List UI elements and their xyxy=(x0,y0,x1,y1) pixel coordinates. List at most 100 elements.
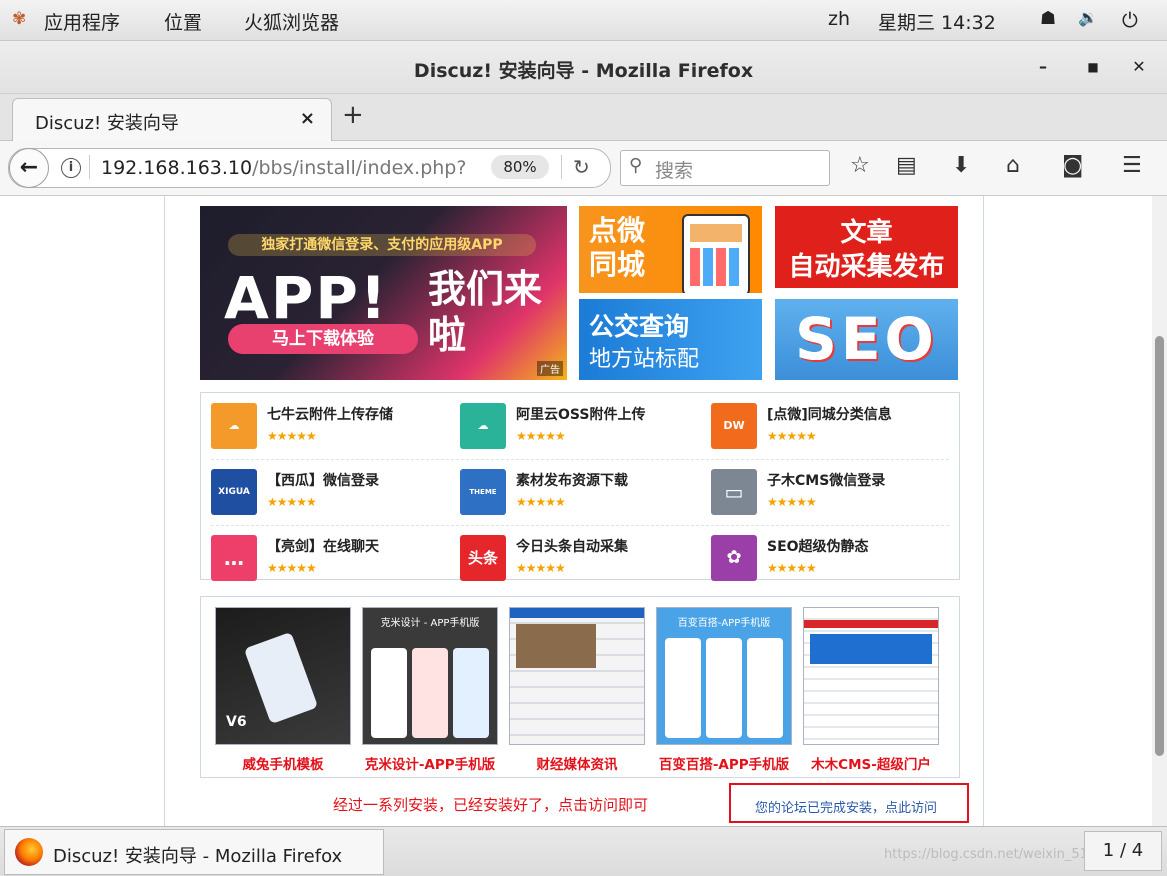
article-banner-subtitle: 自动采集发布 xyxy=(788,252,945,282)
places-menu[interactable]: 位置 xyxy=(164,8,202,35)
template-thumbnail[interactable] xyxy=(803,607,939,745)
rating-stars: ★★★★★ xyxy=(767,495,817,509)
stamp-icon: ✿ xyxy=(711,535,757,581)
url-host: 192.168.163.10 xyxy=(101,157,253,179)
tab-close-icon[interactable]: × xyxy=(300,108,315,129)
plugin-item[interactable]: ☁ 阿里云OSS附件上传 ★★★★★ xyxy=(450,393,698,459)
template-thumbnail[interactable]: 克米设计 - APP手机版 xyxy=(362,607,498,745)
reload-icon[interactable]: ↻ xyxy=(573,155,590,179)
plugin-item[interactable]: ☁ 七牛云附件上传存储 ★★★★★ xyxy=(201,393,449,459)
clock[interactable]: 星期三 14:32 xyxy=(878,8,996,35)
toutiao-icon-text: 头条 xyxy=(467,549,498,567)
visit-forum-link[interactable]: 您的论坛已完成安装，点此访问 xyxy=(755,797,937,816)
plugin-item[interactable]: DW [点微]同城分类信息 ★★★★★ xyxy=(701,393,949,459)
plugin-item[interactable]: … 【亮剑】在线聊天 ★★★★★ xyxy=(201,525,449,591)
app-ad-banner[interactable]: 独家打通微信登录、支付的应用级APP APP! 我们来啦 马上下载体验 广告 xyxy=(200,206,567,380)
phone-graphic xyxy=(243,631,319,725)
phone-graphic xyxy=(412,648,448,738)
template-thumbnail[interactable]: 百变百搭-APP手机版 xyxy=(656,607,792,745)
search-input[interactable]: ⚲ 搜索 xyxy=(620,150,830,186)
plugin-item[interactable]: ✿ SEO超级伪静态 ★★★★★ xyxy=(701,525,949,591)
plugin-item[interactable]: 头条 今日头条自动采集 ★★★★★ xyxy=(450,525,698,591)
phone-screen-grid xyxy=(690,248,742,286)
scrollbar-track[interactable] xyxy=(1152,196,1167,826)
template-caption[interactable]: 百变百搭-APP手机版 xyxy=(656,753,792,773)
minimize-button[interactable]: – xyxy=(1030,55,1056,79)
plugin-item[interactable]: ▭ 子木CMS微信登录 ★★★★★ xyxy=(701,459,949,525)
plugin-name[interactable]: 七牛云附件上传存储 xyxy=(267,404,393,424)
rating-stars: ★★★★★ xyxy=(516,429,566,443)
bus-query-banner[interactable]: 公交查询 地方站标配 xyxy=(579,299,762,380)
rating-stars: ★★★★★ xyxy=(516,495,566,509)
back-button[interactable]: ← xyxy=(9,148,49,188)
system-top-bar: ✾ 应用程序 位置 火狐浏览器 zh 星期三 14:32 ☗ 🔉 ⏻ xyxy=(0,0,1167,41)
template-thumbnail[interactable]: V6 xyxy=(215,607,351,745)
template-thumbnail[interactable] xyxy=(509,607,645,745)
network-icon[interactable]: ☗ xyxy=(1040,8,1056,29)
cloud-image-icon: ☁ xyxy=(211,403,257,449)
bookmarks-library-icon[interactable]: ▤ xyxy=(896,153,917,178)
plugin-name[interactable]: 今日头条自动采集 xyxy=(516,536,628,556)
input-language[interactable]: zh xyxy=(828,8,850,30)
plugin-name[interactable]: 素材发布资源下载 xyxy=(516,470,628,490)
seo-banner[interactable]: SEO xyxy=(775,299,958,380)
apps-menu[interactable]: 应用程序 xyxy=(44,8,120,35)
monitor-icon: ▭ xyxy=(711,469,757,515)
article-collect-banner[interactable]: 文章 自动采集发布 xyxy=(775,206,958,288)
xigua-icon-text: XIGUA xyxy=(218,487,250,497)
phone-graphic xyxy=(706,638,742,738)
workspace-pager[interactable]: 1 / 4 xyxy=(1084,831,1162,871)
dianwei-tongcheng-banner[interactable]: 点微同城 xyxy=(579,206,762,293)
banner-graphic xyxy=(810,634,932,664)
template-caption[interactable]: 克米设计-APP手机版 xyxy=(362,753,498,773)
power-icon[interactable]: ⏻ xyxy=(1122,8,1138,32)
cloud-image-icon: ☁ xyxy=(460,403,506,449)
url-text[interactable]: 192.168.163.10/bbs/install/index.php? xyxy=(101,157,466,179)
rating-stars: ★★★★★ xyxy=(767,429,817,443)
plugin-name[interactable]: 阿里云OSS附件上传 xyxy=(516,404,645,424)
window-title-bar: Discuz! 安装向导 - Mozilla Firefox – ■ ✕ xyxy=(0,41,1167,94)
dianwei-banner-text: 点微同城 xyxy=(589,214,646,281)
tab-strip: Discuz! 安装向导 × + xyxy=(0,94,1167,141)
site-info-icon[interactable]: i xyxy=(61,158,81,178)
volume-icon[interactable]: 🔉 xyxy=(1078,8,1098,27)
window-close-button[interactable]: ✕ xyxy=(1126,55,1152,79)
menu-hamburger-icon[interactable]: ☰ xyxy=(1122,153,1142,178)
new-tab-button[interactable]: + xyxy=(342,100,364,130)
v6-label: V6 xyxy=(226,714,247,730)
rating-stars: ★★★★★ xyxy=(767,561,817,575)
maximize-button[interactable]: ■ xyxy=(1080,55,1106,79)
phone-graphic xyxy=(665,638,701,738)
plugin-name[interactable]: 【西瓜】微信登录 xyxy=(267,470,379,490)
bus-banner-title: 公交查询 xyxy=(589,312,690,341)
plugin-item[interactable]: THEME BOX 素材发布资源下载 ★★★★★ xyxy=(450,459,698,542)
apps-menu-icon[interactable]: ✾ xyxy=(12,9,26,29)
rating-stars: ★★★★★ xyxy=(267,561,317,575)
tab-discuz-install[interactable]: Discuz! 安装向导 × xyxy=(12,98,332,141)
template-caption[interactable]: 威兔手机模板 xyxy=(215,753,351,773)
zoom-level-button[interactable]: 80% xyxy=(491,155,549,179)
template-caption[interactable]: 财经媒体资讯 xyxy=(509,753,645,773)
app-banner-button: 马上下载体验 xyxy=(228,324,418,354)
download-icon: THEME BOX xyxy=(460,469,506,542)
plugin-name[interactable]: [点微]同城分类信息 xyxy=(767,404,892,424)
visit-forum-box: 您的论坛已完成安装，点此访问 xyxy=(729,783,969,823)
rating-stars: ★★★★★ xyxy=(267,495,317,509)
plugin-name[interactable]: 【亮剑】在线聊天 xyxy=(267,536,379,556)
plugin-item[interactable]: XIGUA 【西瓜】微信登录 ★★★★★ xyxy=(201,459,449,525)
plugin-name[interactable]: SEO超级伪静态 xyxy=(767,536,869,556)
url-bar[interactable]: ← i 192.168.163.10/bbs/install/index.php… xyxy=(8,148,611,188)
bookmark-star-icon[interactable]: ☆ xyxy=(850,153,870,178)
scrollbar-thumb[interactable] xyxy=(1155,336,1164,756)
home-icon[interactable]: ⌂ xyxy=(1006,153,1020,178)
article-banner-title: 文章 xyxy=(840,218,893,248)
pocket-icon[interactable]: ◙ xyxy=(1062,153,1083,178)
plugin-list: ☁ 七牛云附件上传存储 ★★★★★ ☁ 阿里云OSS附件上传 ★★★★★ DW … xyxy=(200,392,960,581)
bus-banner-subtitle: 地方站标配 xyxy=(589,347,700,372)
browser-menu[interactable]: 火狐浏览器 xyxy=(244,8,339,35)
template-caption[interactable]: 木木CMS-超级门户 xyxy=(803,753,939,773)
downloads-icon[interactable]: ⬇ xyxy=(952,153,970,178)
taskbar-firefox-item[interactable]: Discuz! 安装向导 - Mozilla Firefox xyxy=(4,829,384,875)
plugin-name[interactable]: 子木CMS微信登录 xyxy=(767,470,885,490)
tab-label: Discuz! 安装向导 xyxy=(35,113,179,134)
